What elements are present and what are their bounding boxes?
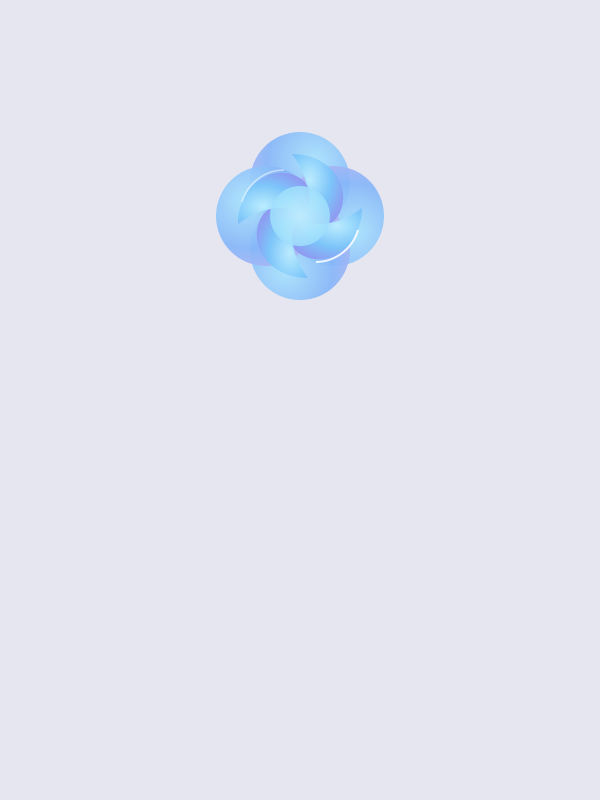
app-logo	[212, 128, 388, 304]
splash-screen	[0, 0, 600, 800]
pinwheel-logo-icon	[216, 132, 384, 300]
